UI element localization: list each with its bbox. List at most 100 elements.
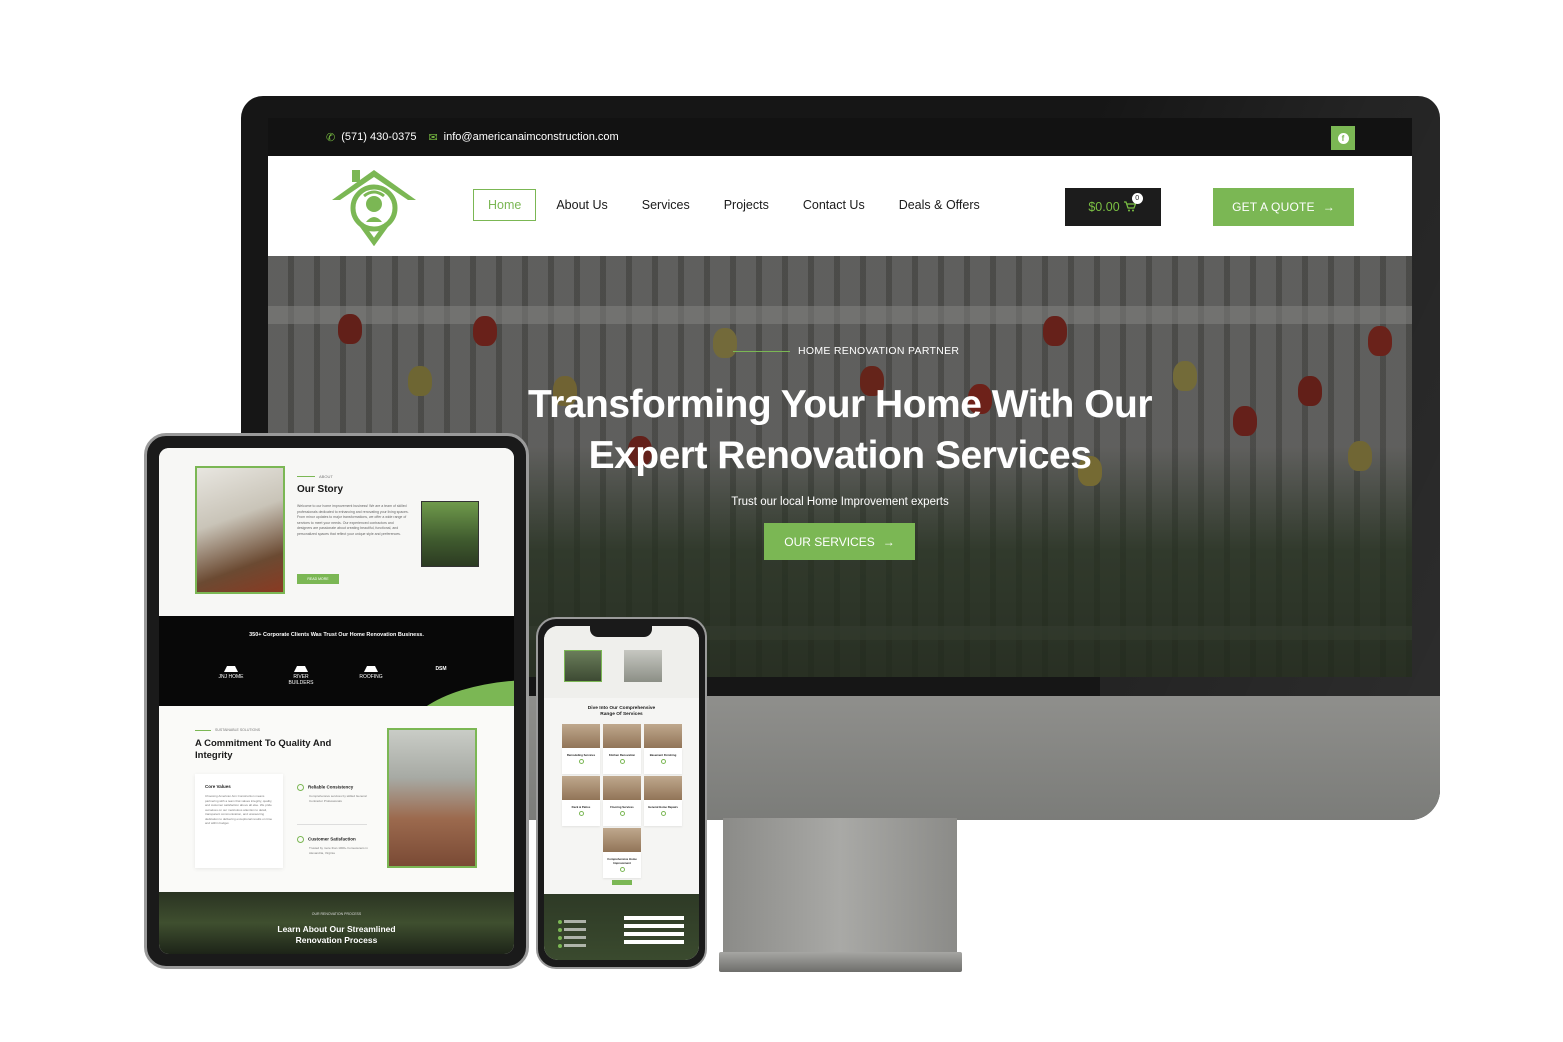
feature-customer-satisfaction: Customer Satisfaction [297, 836, 356, 843]
nav-deals-offers[interactable]: Deals & Offers [885, 190, 994, 220]
cart-count: 0 [1131, 193, 1143, 204]
main-nav: Home About Us Services Projects Contact … [473, 189, 1000, 221]
contact-item [564, 928, 586, 931]
form-field[interactable] [624, 932, 684, 936]
sunroom-photo [387, 728, 477, 868]
service-card[interactable]: Comprehensive Home Improvement [603, 852, 641, 878]
client-logo-text: ROOFING [359, 674, 383, 680]
contact-item [564, 944, 586, 947]
service-card[interactable]: Kitchen Renovation [603, 748, 641, 774]
service-card[interactable]: Remodeling Services [562, 748, 600, 774]
quality-eyebrow-text: SUSTAINABLE SOLUTIONS [215, 728, 261, 732]
feature2-title: Customer Satisfaction [308, 836, 356, 842]
service-icon [578, 811, 584, 816]
form-field[interactable] [624, 940, 684, 944]
service-card[interactable]: Flooring Services [603, 800, 641, 826]
cart-button[interactable]: $0.00 0 [1065, 188, 1161, 226]
service-icon [619, 759, 625, 764]
topbar-phone[interactable]: ✆ (571) 430-0375 [326, 131, 416, 144]
service-card-title: Flooring Services [610, 805, 634, 809]
core-values-title: Core Values [205, 784, 231, 789]
monitor-stand-base [719, 952, 962, 972]
services-title-line2: Range Of Services [600, 712, 643, 717]
get-a-quote-label: GET A QUOTE [1232, 200, 1315, 214]
form-field[interactable] [624, 924, 684, 928]
feature2-text: Trusted by more than 1000+ homeowners in… [309, 846, 368, 855]
cart-total: $0.00 [1088, 200, 1120, 214]
client-logo: RIVER BUILDERS [281, 666, 321, 686]
our-services-label: OUR SERVICES [784, 534, 875, 549]
tablet-device: ABOUT Our Story Welcome to our home impr… [144, 433, 529, 969]
monitor-stand-neck [723, 818, 957, 956]
nav-contact-us[interactable]: Contact Us [789, 190, 879, 220]
topbar-email[interactable]: ✉ info@americanaimconstruction.com [428, 131, 618, 144]
check-icon [297, 784, 304, 791]
topbar-email-text: info@americanaimconstruction.com [443, 131, 619, 143]
our-services-button[interactable]: OUR SERVICES → [764, 523, 915, 560]
core-values-text: Choosing American Aim Construction means… [205, 794, 273, 825]
phone-contact-section [544, 894, 699, 960]
process-title-line1: Learn About Our Streamlined [277, 924, 396, 934]
tablet-process-section: OUR RENOVATION PROCESS Learn About Our S… [159, 892, 514, 954]
service-card-title: Deck & Patios [571, 805, 591, 809]
service-card-title: Basement Finishing [649, 753, 677, 757]
facebook-button[interactable]: f [1331, 126, 1355, 150]
topbar-phone-text: (571) 430-0375 [341, 131, 417, 143]
service-card[interactable]: Deck & Patios [562, 800, 600, 826]
phone-screen: Dive Into Our Comprehensive Range Of Ser… [544, 626, 699, 960]
tablet-about-section: ABOUT Our Story Welcome to our home impr… [159, 448, 514, 616]
quality-eyebrow: SUSTAINABLE SOLUTIONS [195, 728, 260, 732]
eyebrow-line [195, 729, 211, 731]
phone-photo [564, 650, 602, 682]
get-a-quote-button[interactable]: GET A QUOTE → [1213, 188, 1354, 226]
kitchen-photo [195, 466, 285, 594]
nav-about-us[interactable]: About Us [542, 190, 621, 220]
roof-icon [224, 666, 238, 672]
tablet-quality-section: SUSTAINABLE SOLUTIONS A Commitment To Qu… [159, 706, 514, 892]
core-values-card: Core Values Choosing American Aim Constr… [195, 774, 283, 868]
feature-divider [297, 824, 367, 825]
client-logo-text: JNJ HOME [218, 674, 244, 680]
service-icon [619, 867, 625, 872]
service-icon [578, 759, 584, 764]
service-card-title: Remodeling Services [566, 753, 596, 757]
envelope-icon [558, 928, 562, 932]
hero-title-line1: Transforming Your Home With Our [527, 383, 1153, 426]
chat-icon [297, 836, 304, 843]
arrow-right-icon: → [1322, 200, 1335, 214]
facebook-icon: f [1337, 132, 1349, 144]
about-eyebrow-text: ABOUT [319, 474, 333, 479]
tablet-clients-section: 350+ Corporate Clients Was Trust Our Hom… [159, 616, 514, 740]
service-card[interactable]: General Home Repairs [644, 800, 682, 826]
service-card-title: Comprehensive Home Improvement [607, 857, 637, 865]
service-icon [619, 811, 625, 816]
phone-services-title: Dive Into Our Comprehensive Range Of Ser… [544, 706, 699, 718]
service-card-title: Kitchen Renovation [608, 753, 636, 757]
location-icon [558, 944, 562, 948]
phone-icon [558, 920, 562, 924]
cart-icon: 0 [1123, 193, 1143, 213]
process-title-line2: Renovation Process [295, 935, 378, 945]
nav-home[interactable]: Home [473, 189, 537, 221]
client-logo-text: RIVER BUILDERS [288, 674, 314, 686]
company-logo[interactable] [328, 166, 420, 246]
feature-reliable-consistency: Reliable Consistency [297, 784, 353, 791]
site-header: Home About Us Services Projects Contact … [268, 156, 1412, 256]
form-field[interactable] [624, 916, 684, 920]
roof-icon [364, 666, 378, 672]
quality-title: A Commitment To Quality And Integrity [195, 738, 332, 761]
client-logo: JNJ HOME [211, 666, 251, 680]
client-logo: ROOFING [351, 666, 391, 680]
clients-title: 350+ Corporate Clients Was Trust Our Hom… [249, 632, 424, 638]
nav-services[interactable]: Services [628, 190, 704, 220]
view-more-button[interactable] [612, 880, 632, 885]
service-card[interactable]: Basement Finishing [644, 748, 682, 774]
our-story-title: Our Story [297, 484, 344, 495]
nav-projects[interactable]: Projects [710, 190, 783, 220]
hero-eyebrow: HOME RENOVATION PARTNER [733, 345, 959, 357]
read-more-button[interactable]: READ MORE [297, 574, 339, 584]
tablet-screen: ABOUT Our Story Welcome to our home impr… [159, 448, 514, 954]
feature1-title: Reliable Consistency [308, 784, 354, 790]
hero-eyebrow-text: HOME RENOVATION PARTNER [798, 345, 960, 357]
phone-photo [624, 650, 662, 682]
